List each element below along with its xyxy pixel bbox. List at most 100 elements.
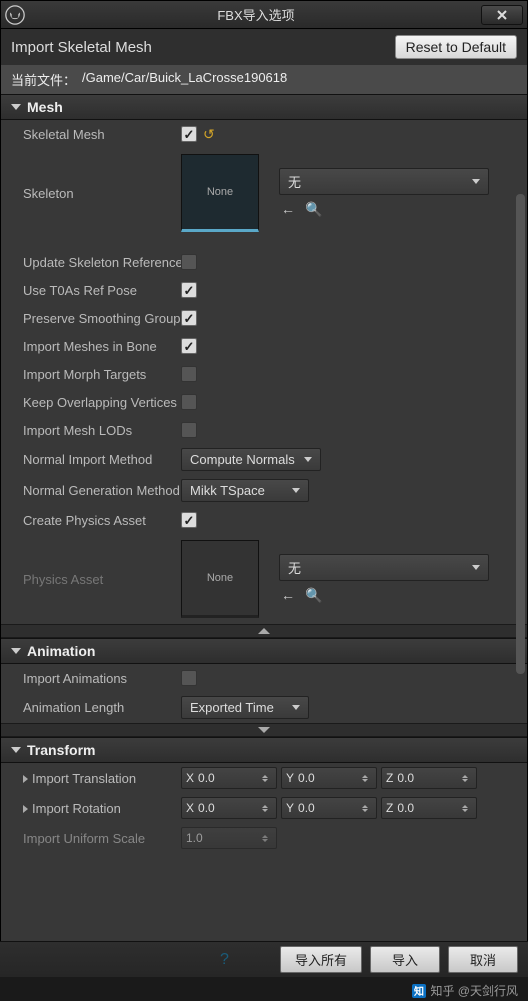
- row-create-physics: Create Physics Asset: [1, 506, 527, 534]
- use-selected-icon[interactable]: ←: [281, 201, 295, 218]
- browse-icon[interactable]: 🔍: [305, 587, 322, 604]
- close-button[interactable]: [481, 5, 523, 25]
- import-lods-checkbox[interactable]: [181, 422, 197, 438]
- row-import-translation: Import Translation X0.0 Y0.0 Z0.0: [1, 763, 527, 793]
- chevron-down-icon: [472, 179, 480, 184]
- label: Skeleton: [23, 186, 181, 201]
- zhihu-icon: 知: [412, 984, 426, 998]
- path-label: 当前文件：: [11, 70, 76, 89]
- revert-icon[interactable]: ↺: [203, 126, 215, 143]
- reset-to-default-button[interactable]: Reset to Default: [395, 35, 517, 59]
- create-physics-checkbox[interactable]: [181, 512, 197, 528]
- import-all-button[interactable]: 导入所有: [280, 946, 362, 973]
- chevron-down-icon: [11, 747, 21, 753]
- section-header-animation[interactable]: Animation: [1, 638, 527, 664]
- row-use-t0: Use T0As Ref Pose: [1, 276, 527, 304]
- use-selected-icon[interactable]: ←: [281, 587, 295, 604]
- scale-field[interactable]: 1.0: [181, 827, 277, 849]
- skeletal-mesh-checkbox[interactable]: [181, 126, 197, 142]
- dropdown-value: Exported Time: [190, 700, 274, 715]
- translation-y-field[interactable]: Y0.0: [281, 767, 377, 789]
- update-skeleton-checkbox[interactable]: [181, 254, 197, 270]
- expand-right-icon[interactable]: [23, 775, 28, 783]
- section-title: Mesh: [27, 99, 63, 115]
- physics-asset-dropdown[interactable]: 无: [279, 554, 489, 581]
- skeleton-dropdown[interactable]: 无: [279, 168, 489, 195]
- row-update-skeleton: Update Skeleton Reference: [1, 248, 527, 276]
- mesh-expand-bar[interactable]: [1, 624, 527, 638]
- path-row: 当前文件： /Game/Car/Buick_LaCrosse190618: [1, 65, 527, 94]
- skeleton-thumbnail[interactable]: None: [181, 154, 259, 232]
- label: Normal Generation Method: [23, 483, 181, 498]
- row-physics-asset: Physics Asset None 无 ← 🔍: [1, 534, 527, 624]
- label: Use T0As Ref Pose: [23, 283, 181, 298]
- chevron-down-icon: [292, 705, 300, 710]
- close-icon: [496, 9, 508, 21]
- row-animation-length: Animation Length Exported Time: [1, 692, 527, 723]
- svg-text:知: 知: [413, 985, 424, 998]
- header-title: Import Skeletal Mesh: [11, 39, 152, 56]
- import-morph-checkbox[interactable]: [181, 366, 197, 382]
- use-t0-checkbox[interactable]: [181, 282, 197, 298]
- rotation-x-field[interactable]: X0.0: [181, 797, 277, 819]
- label: Preserve Smoothing Groups: [23, 311, 181, 326]
- import-button[interactable]: 导入: [370, 946, 440, 973]
- label: Normal Import Method: [23, 452, 181, 467]
- label: Animation Length: [23, 700, 181, 715]
- unreal-logo-icon: [5, 5, 25, 25]
- expand-right-icon[interactable]: [23, 805, 28, 813]
- animation-length-dropdown[interactable]: Exported Time: [181, 696, 309, 719]
- normal-gen-dropdown[interactable]: Mikk TSpace: [181, 479, 309, 502]
- help-icon[interactable]: ?: [220, 951, 229, 969]
- row-import-animations: Import Animations: [1, 664, 527, 692]
- section-header-mesh[interactable]: Mesh: [1, 94, 527, 120]
- label: Create Physics Asset: [23, 513, 181, 528]
- preserve-smoothing-checkbox[interactable]: [181, 310, 197, 326]
- chevron-down-icon: [472, 565, 480, 570]
- row-skeletal-mesh: Skeletal Mesh ↺: [1, 120, 527, 148]
- section-header-transform[interactable]: Transform: [1, 737, 527, 763]
- row-import-rotation: Import Rotation X0.0 Y0.0 Z0.0: [1, 793, 527, 823]
- normal-method-dropdown[interactable]: Compute Normals: [181, 448, 321, 471]
- label: Import Meshes in Bone: [23, 339, 181, 354]
- triangle-up-icon: [258, 628, 270, 634]
- cancel-button[interactable]: 取消: [448, 946, 518, 973]
- label: Skeletal Mesh: [23, 127, 181, 142]
- watermark: 知 知乎 @天剑行风: [412, 982, 518, 999]
- chevron-down-icon: [11, 648, 21, 654]
- dropdown-value: 无: [288, 172, 301, 191]
- row-preserve-smoothing: Preserve Smoothing Groups: [1, 304, 527, 332]
- window-title: FBX导入选项: [31, 5, 481, 24]
- content-area: Mesh Skeletal Mesh ↺ Skeleton None 无 ←: [1, 94, 527, 946]
- label: Import Rotation: [23, 801, 181, 816]
- row-import-bone: Import Meshes in Bone: [1, 332, 527, 360]
- scrollbar[interactable]: [515, 94, 525, 946]
- keep-overlap-checkbox[interactable]: [181, 394, 197, 410]
- chevron-down-icon: [292, 488, 300, 493]
- physics-asset-thumbnail[interactable]: None: [181, 540, 259, 618]
- label: Import Animations: [23, 671, 181, 686]
- translation-x-field[interactable]: X0.0: [181, 767, 277, 789]
- footer: ? 导入所有 导入 取消: [0, 941, 528, 977]
- import-bone-checkbox[interactable]: [181, 338, 197, 354]
- row-import-lods: Import Mesh LODs: [1, 416, 527, 444]
- label: Keep Overlapping Vertices: [23, 395, 181, 410]
- label: Update Skeleton Reference: [23, 255, 181, 270]
- row-normal-method: Normal Import Method Compute Normals: [1, 444, 527, 475]
- section-title: Animation: [27, 643, 95, 659]
- import-animations-checkbox[interactable]: [181, 670, 197, 686]
- label: Import Morph Targets: [23, 367, 181, 382]
- label: Import Translation: [23, 771, 181, 786]
- chevron-down-icon: [11, 104, 21, 110]
- header-row: Import Skeletal Mesh Reset to Default: [1, 29, 527, 65]
- rotation-z-field[interactable]: Z0.0: [381, 797, 477, 819]
- scroll-thumb[interactable]: [516, 194, 525, 674]
- rotation-y-field[interactable]: Y0.0: [281, 797, 377, 819]
- row-import-scale: Import Uniform Scale 1.0: [1, 823, 527, 853]
- browse-icon[interactable]: 🔍: [305, 201, 322, 218]
- animation-expand-bar[interactable]: [1, 723, 527, 737]
- titlebar: FBX导入选项: [1, 1, 527, 29]
- row-keep-overlap: Keep Overlapping Vertices: [1, 388, 527, 416]
- label: Import Uniform Scale: [23, 831, 181, 846]
- translation-z-field[interactable]: Z0.0: [381, 767, 477, 789]
